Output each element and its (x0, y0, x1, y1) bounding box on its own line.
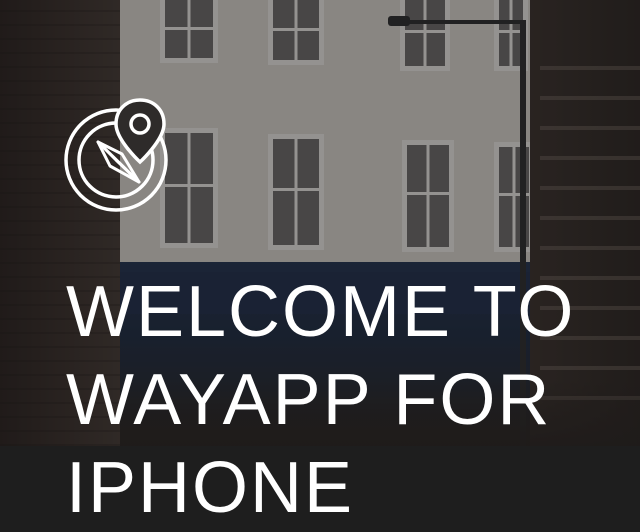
headline-line-1: WELCOME TO (66, 272, 576, 352)
headline-line-3: IPHONE (66, 448, 355, 528)
headline-line-2: WAYAPP FOR (66, 360, 552, 440)
compass-location-pin-icon (64, 98, 168, 212)
welcome-headline: WELCOME TO WAYAPP FOR IPHONE (66, 268, 626, 532)
